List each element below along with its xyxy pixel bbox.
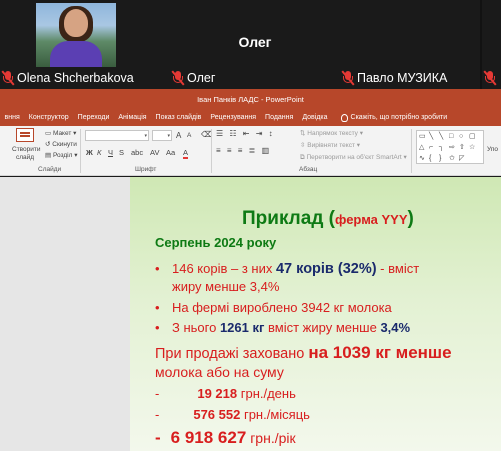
- shape-triangle-icon[interactable]: △: [419, 144, 424, 151]
- mic-muted-icon: [483, 70, 497, 86]
- slide-subtitle: Серпень 2024 року: [155, 235, 277, 250]
- tab-insert[interactable]: вння: [0, 110, 24, 126]
- participant-label: Olena Shcherbakova: [0, 69, 134, 87]
- shape-connector-icon[interactable]: ⌐: [429, 144, 433, 151]
- shape-rounded-rect-icon[interactable]: ▢: [469, 133, 476, 140]
- smartart-button[interactable]: ⧉ Перетворити на об'єкт SmartArt ▾: [300, 153, 407, 162]
- decrease-font-button[interactable]: А: [187, 132, 191, 139]
- mic-muted-icon: [171, 70, 185, 86]
- window-title: Іван Панків ЛАДС - PowerPoint: [0, 89, 501, 110]
- shape-callout-icon[interactable]: ◸: [459, 155, 464, 162]
- shape-arrow-icon[interactable]: ⇨: [449, 144, 455, 151]
- ribbon: Створити слайд ▭ Макет ▾ ↺ Скинути ▤ Роз…: [0, 126, 501, 176]
- tell-me-box[interactable]: Скажіть, що потрібно зробити: [336, 110, 452, 126]
- participant-name: Olena Shcherbakova: [17, 71, 134, 85]
- shape-arrow-icon[interactable]: ⇧: [459, 144, 465, 151]
- new-slide-button-line2[interactable]: слайд: [16, 154, 34, 161]
- participant-label: Олег: [170, 69, 215, 87]
- ribbon-divider: [80, 129, 81, 173]
- participant-label: [482, 69, 499, 87]
- group-label-slides: Слайди: [38, 166, 62, 173]
- change-case-button[interactable]: Aa: [166, 148, 175, 157]
- participant-tile[interactable]: [482, 0, 501, 89]
- slide-thumbnail-pane[interactable]: [0, 177, 130, 451]
- bold-button[interactable]: Ж: [86, 148, 93, 157]
- shape-star-icon[interactable]: ✩: [449, 155, 455, 162]
- shape-curve-icon[interactable]: ∿: [419, 155, 425, 162]
- reset-button[interactable]: ↺ Скинути: [45, 140, 77, 148]
- italic-button[interactable]: К: [97, 148, 101, 157]
- group-label-font: Шрифт: [135, 166, 157, 173]
- group-label-paragraph: Абзац: [299, 166, 318, 173]
- participant-tile[interactable]: Olena Shcherbakova: [0, 0, 170, 89]
- tab-view[interactable]: Подання: [261, 110, 298, 126]
- new-slide-button[interactable]: Створити: [12, 146, 41, 153]
- tell-me-text: Скажіть, що потрібно зробити: [350, 114, 448, 121]
- shape-line-icon[interactable]: ╲: [439, 133, 443, 140]
- tab-design[interactable]: Конструктор: [24, 110, 73, 126]
- tab-transitions[interactable]: Переходи: [73, 110, 114, 126]
- shape-connector-icon[interactable]: ┐: [439, 144, 444, 151]
- tab-review[interactable]: Рецензування: [206, 110, 261, 126]
- ribbon-divider: [211, 129, 212, 173]
- ribbon-tabs: вння Конструктор Переходи Анімація Показ…: [0, 110, 501, 126]
- layout-button[interactable]: ▭ Макет ▾: [45, 129, 76, 137]
- spacing-button[interactable]: AV: [150, 148, 159, 157]
- participant-name: Олег: [187, 71, 216, 85]
- shadow-button[interactable]: abc: [131, 148, 143, 157]
- participant-tile[interactable]: Олег Олег: [170, 0, 340, 89]
- slide-bullet-continued: жиру менше 3,4%: [172, 279, 280, 294]
- slide-sum-month: -576 552 грн./місяць: [155, 407, 310, 422]
- text-direction-button[interactable]: ⇅ Напрямок тексту ▾: [300, 129, 363, 137]
- shape-brace-icon[interactable]: }: [439, 155, 441, 162]
- arrange-button[interactable]: Упо: [487, 146, 498, 153]
- slide-title-farm: ферма YYY: [335, 212, 408, 227]
- shape-rectangle-icon[interactable]: □: [449, 133, 453, 140]
- shape-brace-icon[interactable]: {: [429, 155, 431, 162]
- underline-button[interactable]: Ч: [108, 148, 113, 157]
- shape-textbox-icon[interactable]: ▭: [419, 133, 426, 140]
- ribbon-divider: [411, 129, 412, 173]
- slide-bullet: • На фермі вироблено 3942 кг молока: [155, 300, 392, 315]
- slide-loss-line: При продажі заховано на 1039 кг менше: [155, 343, 452, 362]
- tab-slideshow[interactable]: Показ слайдів: [151, 110, 206, 126]
- font-color-button[interactable]: А: [183, 148, 189, 159]
- participant-name: Павло МУЗИКА: [357, 71, 448, 85]
- participant-strip: Olena Shcherbakova Олег Олег Павло МУЗИК…: [0, 0, 501, 89]
- tab-help[interactable]: Довідка: [298, 110, 332, 126]
- lightbulb-icon: [340, 114, 348, 122]
- slide-sum-day: -19 218 грн./день: [155, 386, 296, 401]
- shapes-gallery[interactable]: ▭ ╲ ╲ □ ○ ▢ △ ⌐ ┐ ⇨ ⇧ ☆ ∿ { } ✩ ◸: [416, 130, 484, 164]
- participant-tile[interactable]: Павло МУЗИКА: [340, 0, 480, 89]
- participant-video: [36, 3, 116, 67]
- shape-line-icon[interactable]: ╲: [429, 133, 433, 140]
- section-button[interactable]: ▤ Розділ ▾: [45, 151, 78, 159]
- slide-bullet: • З нього 1261 кг вміст жиру менше 3,4%: [155, 320, 411, 335]
- list-buttons[interactable]: ☰ ☷ ⇤ ⇥ ↕: [216, 129, 275, 138]
- align-text-button[interactable]: ⇳ Вирівняти текст ▾: [300, 141, 360, 149]
- increase-font-button[interactable]: А: [176, 131, 181, 140]
- slide-bullet: • 146 корів – з них 47 корів (32%) - вміс…: [155, 261, 420, 277]
- font-size-combo[interactable]: ▾: [152, 130, 172, 141]
- shape-star-icon[interactable]: ☆: [469, 144, 475, 151]
- strikethrough-button[interactable]: S: [119, 148, 124, 157]
- slide-title: Приклад (ферма YYY): [242, 208, 414, 229]
- participant-display-name: Олег: [238, 34, 272, 50]
- align-buttons[interactable]: ≡ ≡ ≡ ≣ ▥: [216, 146, 271, 155]
- shape-oval-icon[interactable]: ○: [459, 133, 463, 140]
- slide-sum-year: -6 918 627 грн./рік: [155, 428, 296, 447]
- screen: Olena Shcherbakova Олег Олег Павло МУЗИК…: [0, 0, 501, 451]
- new-slide-icon[interactable]: [16, 128, 34, 142]
- mic-muted-icon: [1, 70, 15, 86]
- slide-loss-line-2: молока або на суму: [155, 364, 284, 380]
- font-name-combo[interactable]: ▾: [85, 130, 149, 141]
- participant-label: Павло МУЗИКА: [340, 69, 447, 87]
- tab-animations[interactable]: Анімація: [114, 110, 151, 126]
- mic-muted-icon: [341, 70, 355, 86]
